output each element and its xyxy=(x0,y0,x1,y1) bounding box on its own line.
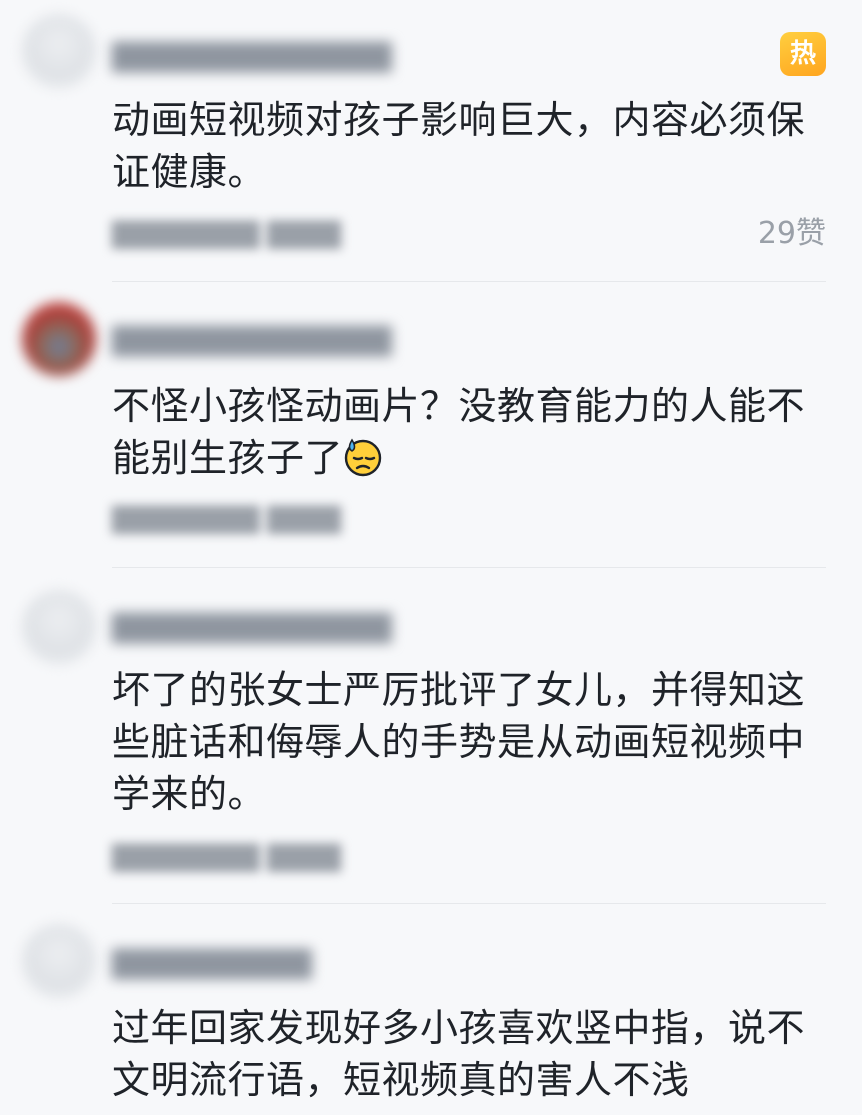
avatar[interactable] xyxy=(22,590,96,664)
downcast-face-with-sweat-icon xyxy=(343,437,383,477)
like-count[interactable]: 29赞 xyxy=(758,217,826,251)
hot-badge: 热 xyxy=(780,32,826,76)
comment-text-body: 不怪小孩怪动画片？没教育能力的人能不能别生孩子了 xyxy=(112,384,806,480)
comment-feed: ██████████████ 热 动画短视频对孩子影响巨大，内容必须保证健康。 … xyxy=(0,0,862,1115)
username[interactable]: ██████████████ xyxy=(112,326,392,358)
avatar[interactable] xyxy=(22,302,96,376)
comment-text: 坏了的张女士严厉批评了女儿，并得知这些脏话和侮辱人的手势是从动画短视频中学来的。 xyxy=(112,668,806,816)
username[interactable]: ██████████ xyxy=(112,949,312,981)
username[interactable]: ██████████████ xyxy=(112,613,392,645)
comment-text: 不怪小孩怪动画片？没教育能力的人能不能别生孩子了 xyxy=(112,380,812,484)
comment-meta: ████████ ████ xyxy=(112,506,342,534)
divider xyxy=(112,281,826,282)
avatar[interactable] xyxy=(22,14,96,88)
comment-meta: ████████ ████ xyxy=(112,221,342,249)
divider xyxy=(112,903,826,904)
divider xyxy=(112,567,826,568)
avatar[interactable] xyxy=(22,924,96,998)
comment-text: 动画短视频对孩子影响巨大，内容必须保证健康。 xyxy=(112,98,806,194)
username[interactable]: ██████████████ xyxy=(112,42,392,74)
comment-meta: ████████ ████ xyxy=(112,844,342,872)
comment-text: 过年回家发现好多小孩喜欢竖中指，说不文明流行语，短视频真的害人不浅 xyxy=(112,1006,806,1102)
